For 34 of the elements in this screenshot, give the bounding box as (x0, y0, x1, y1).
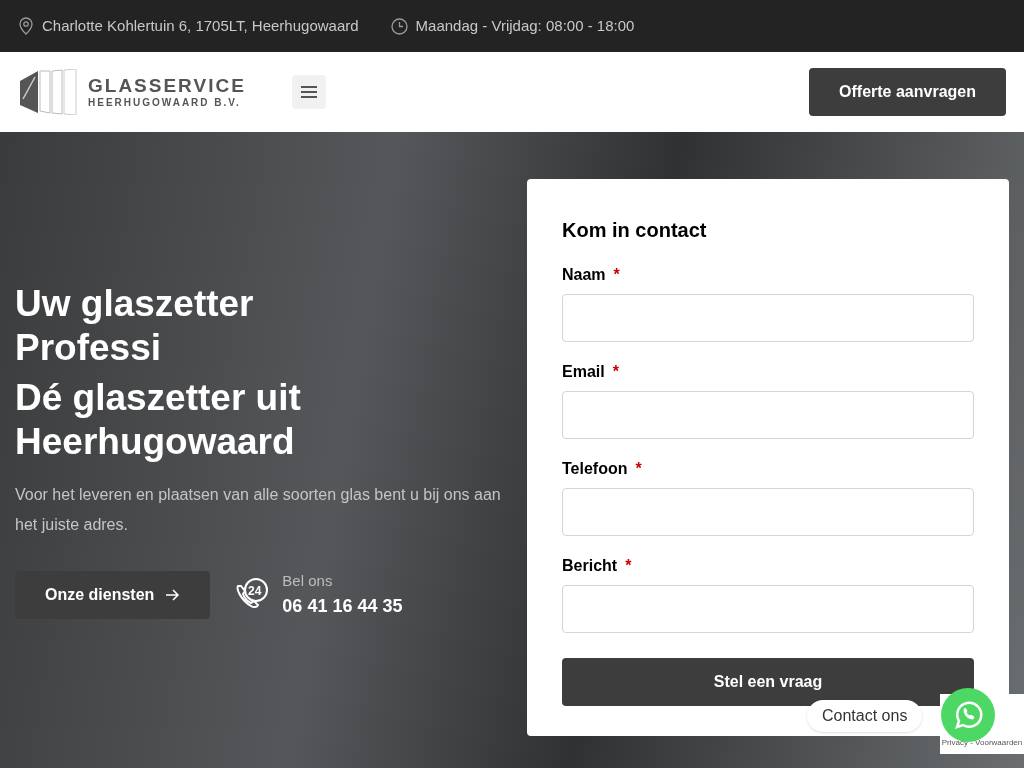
menu-button[interactable] (291, 75, 326, 109)
field-label: Email (562, 362, 605, 382)
glass-panels-logo-icon (18, 69, 78, 115)
menu-icon (300, 86, 317, 98)
services-button[interactable]: Onze diensten (15, 570, 211, 619)
logo-subtitle: HEERHUGOWAARD B.V. (88, 98, 242, 108)
input-field[interactable] (562, 391, 974, 439)
input-field[interactable] (562, 488, 974, 536)
opening-hours-text: Maandag - Vrijdag: 08:00 - 18:00 (415, 15, 635, 36)
field-label: Telefoon (562, 459, 628, 479)
clock-icon (390, 17, 408, 35)
call-label: Bel ons (282, 571, 334, 591)
arrow-right-icon (166, 588, 181, 601)
input-field[interactable] (562, 585, 974, 633)
required-asterisk: * (613, 265, 620, 285)
hero-heading: Uw glaszetter Professi (15, 282, 255, 370)
hero-subheading: Dé glaszetter uit Heerhugowaard (15, 376, 302, 464)
field-label: Naam (562, 265, 606, 285)
submit-button[interactable]: Stel een vraag (562, 658, 974, 706)
address-text: Charlotte Kohlertuin 6, 1705LT, Heerhugowaard (42, 15, 359, 36)
quote-request-button[interactable]: Offerte aanvragen (809, 68, 1006, 116)
phone-number[interactable]: 06 41 16 44 35 (282, 592, 403, 620)
required-asterisk: * (625, 556, 632, 576)
recaptcha-links[interactable]: Privacy - Voorwaarden (941, 737, 1023, 749)
chat-phone-icon (952, 699, 984, 731)
form-title: Kom in contact (562, 218, 708, 243)
input-field[interactable] (562, 294, 974, 342)
field-label: Bericht (562, 556, 618, 576)
chat-bubble[interactable]: Contact ons (807, 700, 923, 732)
logo-title: GLASSERVICE (88, 76, 246, 95)
hero-description: Voor het leveren en plaatsen van alle soorten glas bent u bij ons aan het juiste adres. (15, 485, 502, 535)
required-asterisk: * (635, 459, 642, 479)
required-asterisk: * (612, 362, 619, 382)
location-pin-icon (18, 17, 34, 35)
